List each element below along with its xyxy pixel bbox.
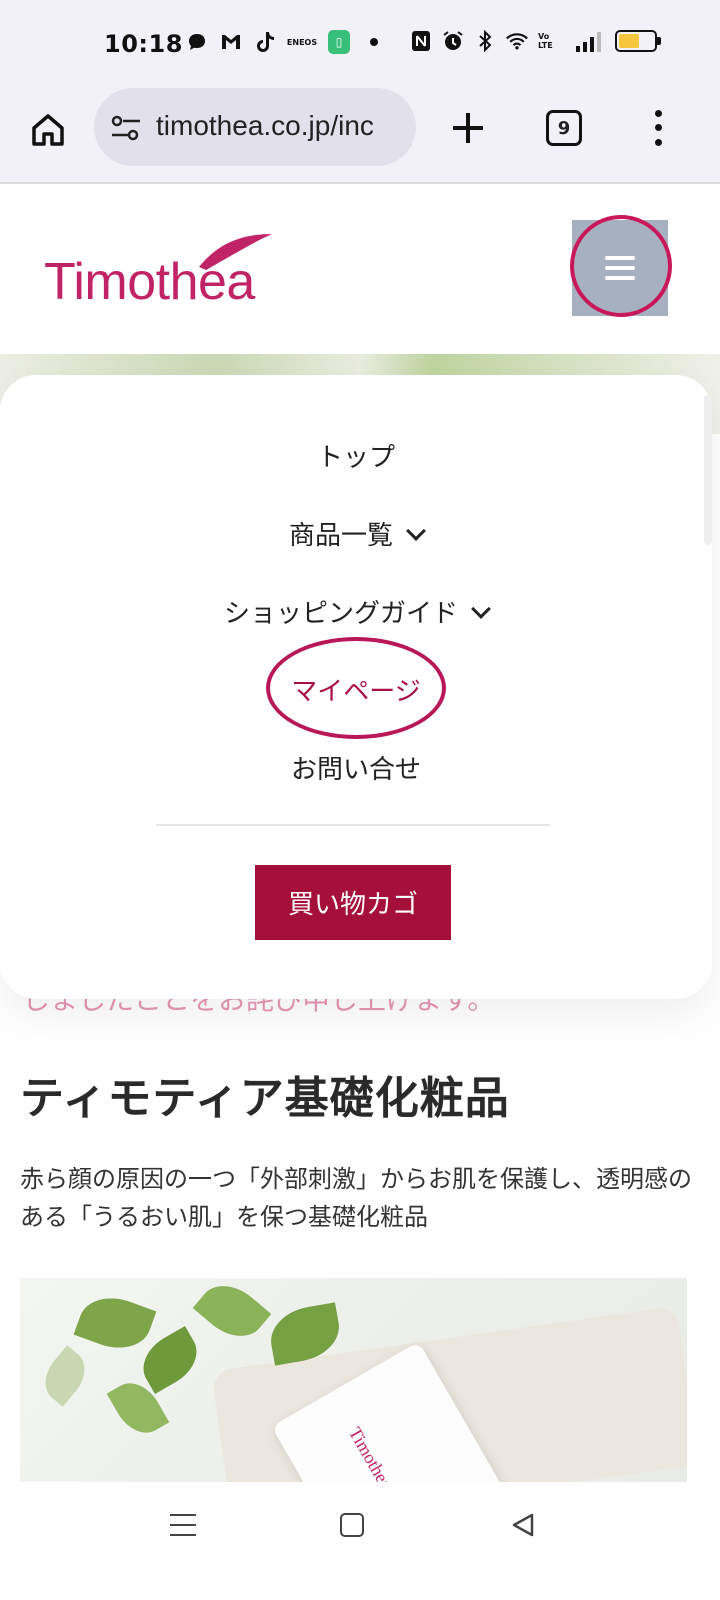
tiktok-icon	[254, 31, 276, 53]
menu-divider	[156, 824, 550, 826]
highlight-circle-mypage	[266, 637, 446, 739]
section-description: 赤ら顔の原因の一つ「外部刺激」からお肌を保護し、透明感のある「うるおい肌」を保つ…	[20, 1165, 692, 1231]
chat-bubble-icon	[186, 31, 208, 53]
recents-button[interactable]	[170, 1514, 196, 1536]
browser-toolbar: timothea.co.jp/inc 9	[0, 88, 720, 184]
notification-icons: ENEOS ▯	[186, 30, 378, 54]
chevron-down-icon	[471, 599, 491, 619]
logo-text: Timothea	[44, 253, 255, 311]
address-bar[interactable]: timothea.co.jp/inc	[94, 88, 416, 166]
wifi-icon	[506, 30, 528, 52]
menu-item-products[interactable]: 商品一覧	[0, 515, 712, 552]
signal-icon	[576, 30, 601, 52]
menu-item-label: ショッピングガイド	[223, 599, 458, 629]
more-options-button[interactable]	[640, 106, 676, 150]
gmail-icon	[220, 31, 242, 53]
dot-icon	[370, 38, 378, 46]
menu-item-shopping-guide[interactable]: ショッピングガイド	[0, 593, 712, 630]
menu-item-label: トップ	[316, 443, 395, 473]
highlight-circle-menu	[570, 215, 672, 317]
battery-icon	[615, 30, 661, 52]
back-button[interactable]	[510, 1512, 536, 1538]
home-nav-button[interactable]	[340, 1513, 364, 1537]
section-title: ティモティア基礎化粧品	[20, 1073, 510, 1124]
eneos-icon: ENEOS	[286, 37, 318, 47]
system-nav-bar	[0, 1482, 720, 1600]
app-green-icon: ▯	[328, 30, 350, 54]
cart-button[interactable]: 買い物カゴ	[255, 865, 451, 940]
home-icon	[32, 114, 64, 146]
alarm-icon	[442, 30, 464, 52]
volte-icon: Vo LTE	[538, 32, 553, 50]
bluetooth-icon	[474, 30, 496, 52]
tab-switcher-button[interactable]: 9	[546, 110, 582, 146]
url-text: timothea.co.jp/inc	[156, 110, 374, 141]
menu-item-label: 商品一覧	[288, 521, 393, 551]
nfc-icon	[410, 30, 432, 52]
status-time: 10:18	[104, 30, 183, 58]
battery-fill	[619, 34, 639, 48]
product-image[interactable]: Timothea	[20, 1278, 687, 1482]
menu-item-label: お問い合せ	[290, 755, 421, 785]
menu-item-contact[interactable]: お問い合せ	[0, 749, 712, 786]
site-logo[interactable]: Timothea	[44, 232, 288, 312]
plus-icon	[453, 113, 483, 143]
home-button[interactable]	[26, 108, 70, 152]
nav-menu-panel: トップ 商品一覧 ショッピングガイド マイページ お問い合せ 買い物カゴ	[0, 375, 712, 999]
system-icons: Vo LTE	[410, 30, 661, 52]
new-tab-button[interactable]	[446, 106, 490, 150]
chevron-down-icon	[406, 521, 426, 541]
status-bar: 10:18 ENEOS ▯ Vo LTE	[0, 0, 720, 88]
site-settings-icon[interactable]	[110, 114, 142, 142]
menu-item-top[interactable]: トップ	[0, 437, 712, 474]
